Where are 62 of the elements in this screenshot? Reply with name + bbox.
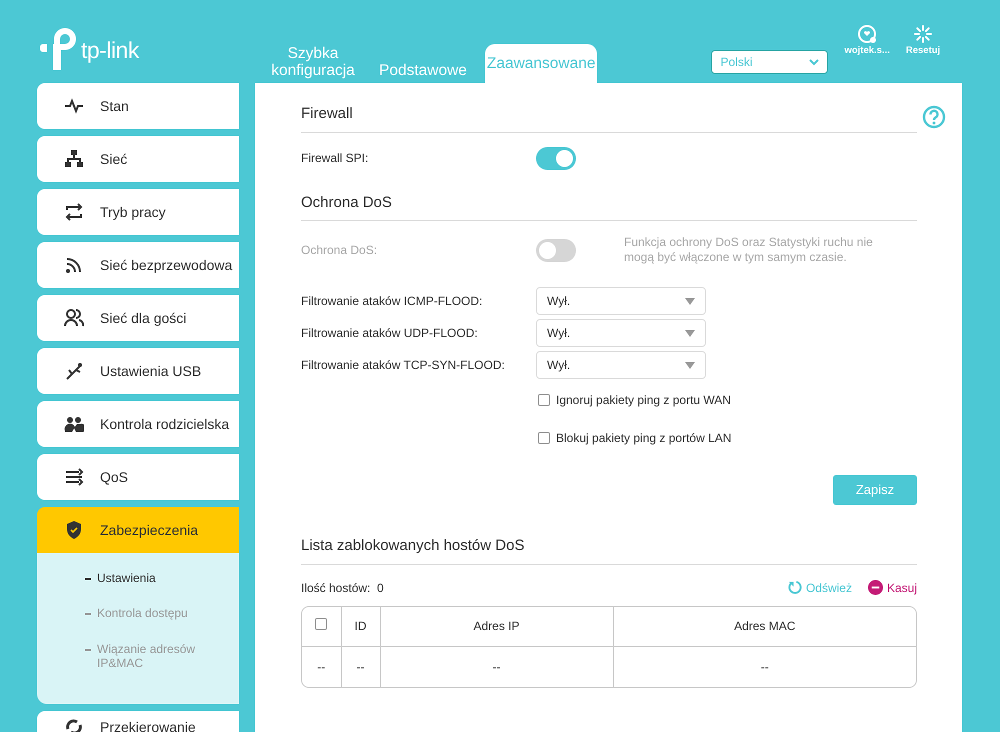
sidebar-item[interactable]: Sieć bezprzewodowa bbox=[37, 242, 239, 288]
help-note: Funkcja ochrony DoS oraz Statystyki ruchu nie mogą być włączone w tym samym czasie. bbox=[624, 235, 874, 265]
usb-icon bbox=[64, 361, 84, 381]
family-icon bbox=[64, 414, 84, 434]
logo-icon bbox=[37, 28, 77, 72]
column-header: ID bbox=[341, 606, 380, 646]
minus-circle-icon bbox=[868, 580, 883, 595]
sidebar-item[interactable]: QoS bbox=[37, 454, 239, 500]
caret-down-icon bbox=[685, 330, 695, 336]
checkbox-label: Ignoruj pakiety ping z portu WAN bbox=[556, 392, 731, 409]
sidebar-item[interactable]: Zabezpieczenia bbox=[37, 507, 239, 553]
table-cell: -- bbox=[341, 646, 380, 686]
field-label: Filtrowanie ataków UDP-FLOOD: bbox=[301, 325, 479, 342]
caret-down-icon bbox=[685, 362, 695, 368]
table-cell: -- bbox=[380, 646, 613, 686]
shield-icon bbox=[64, 520, 84, 540]
network-icon bbox=[64, 149, 84, 169]
field-label: Firewall SPI: bbox=[301, 150, 370, 167]
dropdown-select[interactable]: Wył. bbox=[536, 319, 706, 347]
pulse-icon bbox=[64, 96, 84, 116]
host-count: Ilość hostów: 0 bbox=[301, 580, 384, 596]
sidebar-item[interactable]: Kontrola rodzicielska bbox=[37, 401, 239, 447]
section-title: Firewall bbox=[301, 103, 917, 132]
sidebar-item[interactable]: Sieć dla gości bbox=[37, 295, 239, 341]
refresh-icon bbox=[786, 580, 802, 595]
caret-down-icon bbox=[685, 298, 695, 304]
sidebar-item[interactable]: Sieć bbox=[37, 136, 239, 182]
submenu-item[interactable]: Ustawienia bbox=[85, 571, 156, 586]
section-title: Ochrona DoS bbox=[301, 192, 917, 221]
column-header: Adres MAC bbox=[613, 606, 916, 646]
user-icon bbox=[857, 24, 878, 44]
checkbox[interactable] bbox=[538, 394, 550, 406]
toggle-switch[interactable] bbox=[536, 146, 576, 170]
dash-icon bbox=[85, 578, 91, 580]
delete-button[interactable]: Kasuj bbox=[868, 578, 917, 596]
field-label: Filtrowanie ataków ICMP-FLOOD: bbox=[301, 293, 484, 310]
checkbox[interactable] bbox=[315, 618, 328, 630]
table-cell: -- bbox=[302, 646, 341, 686]
sidebar-item[interactable]: Przekierowanie bbox=[37, 710, 239, 732]
logo-text: tp-link bbox=[81, 36, 139, 65]
sidebar-item[interactable]: Tryb pracy bbox=[37, 189, 239, 235]
wifi-icon bbox=[64, 255, 84, 275]
table-cell: -- bbox=[613, 646, 916, 686]
swap-icon bbox=[64, 202, 84, 222]
help-icon bbox=[922, 105, 946, 129]
sidebar-item[interactable]: Stan bbox=[37, 83, 239, 129]
dropdown-select[interactable]: Wył. bbox=[536, 351, 706, 379]
sidebar-item[interactable]: Ustawienia USB bbox=[37, 348, 239, 394]
dash-icon bbox=[85, 648, 91, 651]
checkbox-label: Blokuj pakiety ping z portów LAN bbox=[556, 430, 732, 447]
dash-icon bbox=[85, 613, 91, 616]
section-title: Lista zablokowanych hostów DoS bbox=[301, 535, 917, 564]
refresh-icon bbox=[64, 717, 84, 732]
reset-icon bbox=[913, 24, 934, 44]
list-icon bbox=[64, 467, 84, 487]
field-label: Ochrona DoS: bbox=[301, 242, 378, 259]
checkbox[interactable] bbox=[538, 432, 550, 444]
users-icon bbox=[64, 308, 84, 328]
dropdown-select[interactable]: Wył. bbox=[536, 287, 706, 315]
field-label: Filtrowanie ataków TCP-SYN-FLOOD: bbox=[301, 357, 506, 374]
chevron-down-icon bbox=[809, 58, 820, 66]
column-header: Adres IP bbox=[380, 606, 613, 646]
